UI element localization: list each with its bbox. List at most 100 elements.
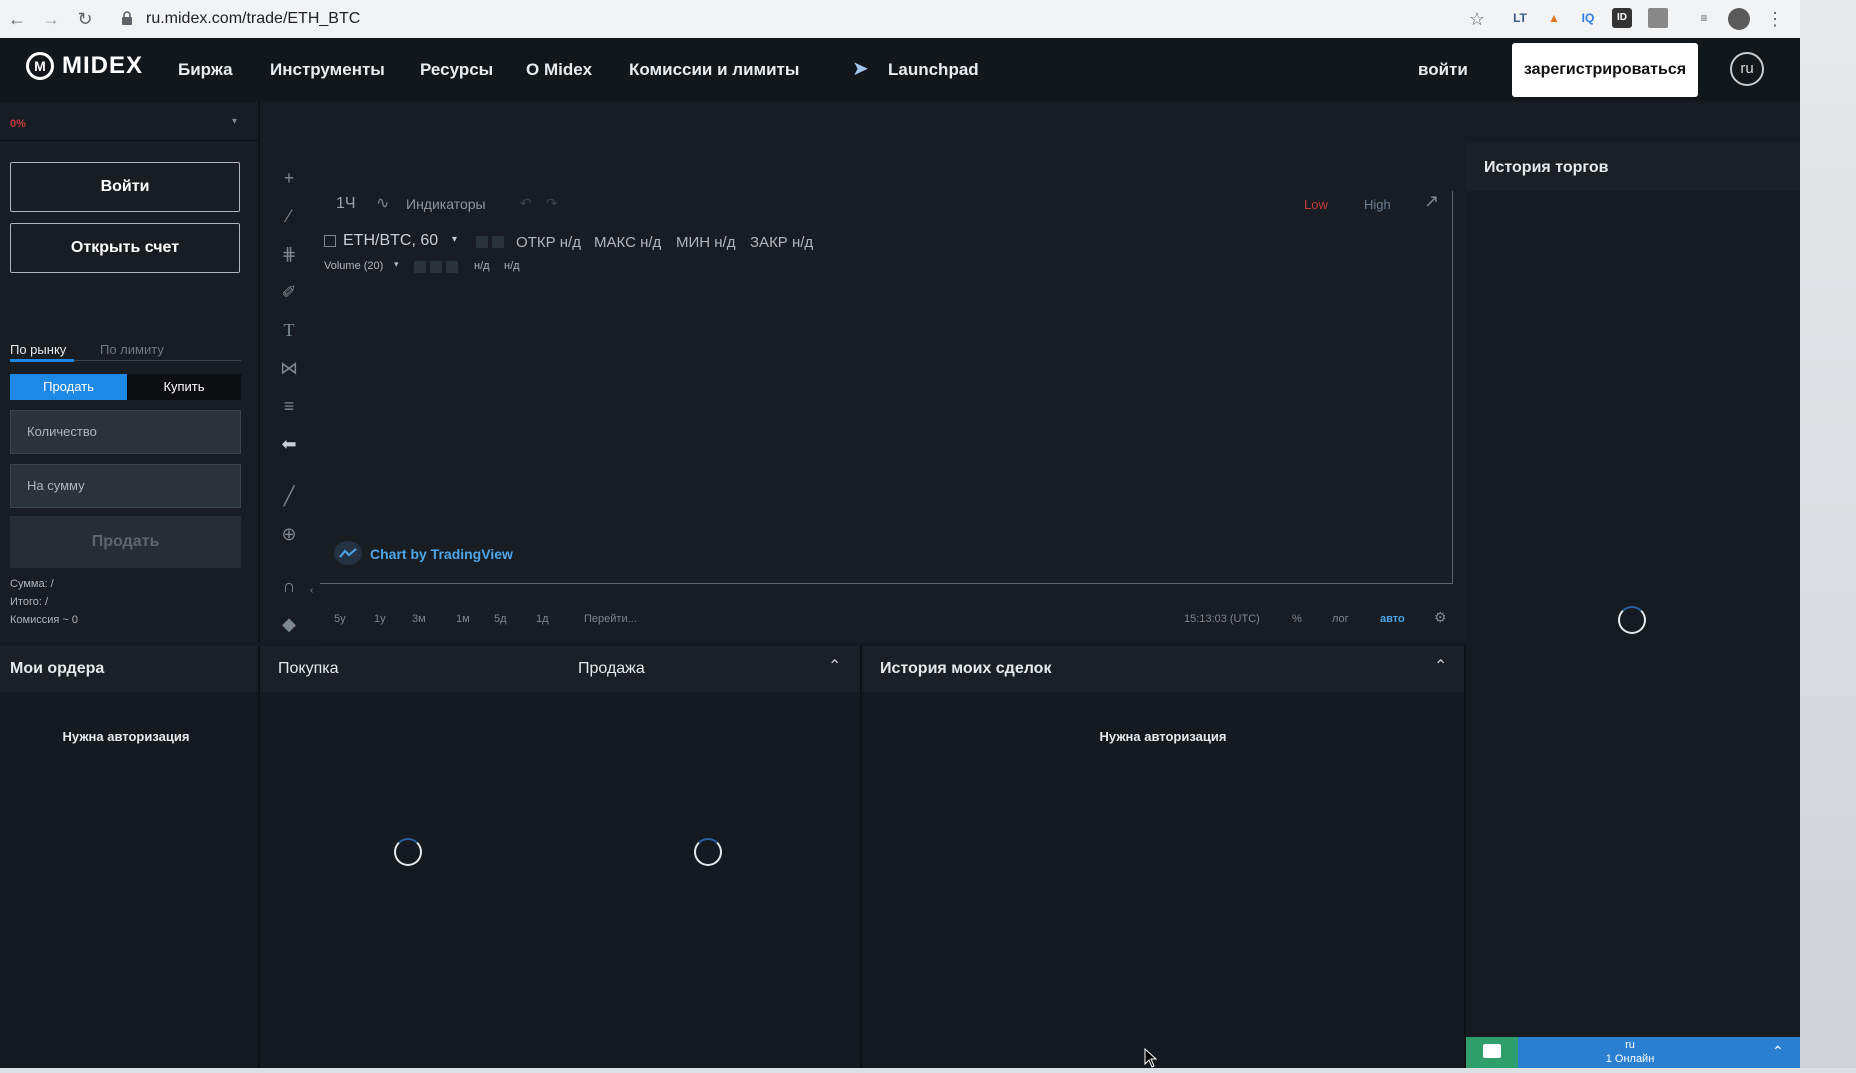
quantity-field[interactable]: Количество	[10, 410, 241, 454]
summary-total: Итого: /	[10, 596, 48, 608]
sell-column-title: Продажа	[578, 660, 645, 677]
prediction-icon[interactable]: ≡	[276, 393, 302, 419]
forward-icon[interactable]: →	[40, 8, 62, 30]
chevron-up-icon[interactable]: ⌃	[1772, 1043, 1784, 1060]
chat-language: ru	[1625, 1039, 1635, 1051]
tab-market[interactable]: По рынку	[10, 342, 66, 357]
drawing-toolbar: + ∕ ⋕ ✐ T ⋈ ≡ ⬅ ╱ ⊕ ∩ ◆ ‹	[260, 143, 318, 643]
extension-iq-icon[interactable]: IQ	[1578, 8, 1598, 28]
nav-about[interactable]: О Midex	[526, 60, 592, 80]
chart-plot-area[interactable]	[320, 191, 1453, 584]
register-button[interactable]: зарегистрироваться	[1512, 43, 1698, 97]
chart-time: 15:13:03 (UTC)	[1184, 613, 1260, 625]
percent-scale-toggle[interactable]: %	[1292, 613, 1302, 625]
brush-icon[interactable]: ✐	[276, 279, 302, 305]
top-navigation: M MIDEX Биржа Инструменты Ресурсы О Mide…	[0, 38, 1800, 102]
kebab-menu-icon[interactable]: ⋮	[1764, 8, 1786, 30]
range-3m[interactable]: 3м	[412, 613, 426, 625]
auto-scale-toggle[interactable]: авто	[1380, 613, 1405, 625]
collapse-chevron-up-icon[interactable]: ⌃	[1434, 656, 1447, 676]
text-tool-icon[interactable]: T	[276, 317, 302, 343]
range-5d[interactable]: 5д	[494, 613, 507, 625]
nav-exchange[interactable]: Биржа	[178, 60, 233, 80]
sell-toggle[interactable]: Продать	[10, 374, 127, 400]
arrow-left-icon[interactable]: ⬅	[276, 431, 302, 457]
mouse-cursor-icon	[1144, 1047, 1158, 1073]
range-5y[interactable]: 5у	[334, 613, 346, 625]
nav-fees-limits[interactable]: Комиссии и лимиты	[629, 60, 799, 80]
nav-launchpad[interactable]: Launchpad	[888, 60, 979, 80]
midex-logo[interactable]: M MIDEX	[26, 52, 143, 80]
zoom-in-icon[interactable]: ⊕	[276, 521, 302, 547]
chat-bubble-icon	[1483, 1044, 1501, 1058]
summary-fee: Комиссия ~ 0	[10, 614, 78, 626]
balance-percent: 0%	[10, 118, 26, 130]
price-chart[interactable]: 1Ч ∿ Индикаторы ↶ ↷ Low High ↗ ETH/BTC, …	[318, 143, 1466, 643]
orders-auth-required: Нужна авторизация	[62, 729, 190, 744]
summary-sum: Сумма: /	[10, 578, 54, 590]
log-scale-toggle[interactable]: лог	[1332, 613, 1349, 625]
my-orders-panel: Мои ордера Нужна авторизация	[0, 646, 260, 1068]
trend-line-icon[interactable]: ∕	[276, 203, 302, 229]
background-desktop	[1800, 0, 1856, 1068]
nav-resources[interactable]: Ресурсы	[420, 60, 493, 80]
chat-bar[interactable]: ru 1 Онлайн ⌃	[1518, 1037, 1800, 1068]
language-selector[interactable]: ru	[1730, 52, 1764, 86]
trade-history-panel: История торгов	[1466, 143, 1800, 1068]
collapse-chevron-up-icon[interactable]: ⌃	[828, 656, 841, 676]
nav-instruments[interactable]: Инструменты	[270, 60, 385, 80]
my-deals-panel: История моих сделок ⌃ Нужна авторизация	[862, 646, 1466, 1068]
goto-date-button[interactable]: Перейти...	[584, 613, 637, 625]
loading-spinner	[1618, 606, 1646, 634]
tab-limit[interactable]: По лимиту	[100, 342, 164, 357]
range-1d[interactable]: 1д	[536, 613, 549, 625]
profile-avatar-icon[interactable]	[1728, 8, 1750, 30]
sell-submit-button[interactable]: Продать	[10, 516, 241, 568]
collapse-toolbar-icon[interactable]: ‹	[310, 585, 313, 596]
url-text: ru.midex.com/trade/ETH_BTC	[146, 10, 361, 27]
ruler-icon[interactable]: ╱	[276, 483, 302, 509]
my-deals-title: История моих сделок	[880, 660, 1052, 677]
address-bar[interactable]: ru.midex.com/trade/ETH_BTC	[112, 5, 1482, 33]
buy-column-title: Покупка	[278, 660, 339, 677]
trade-history-header: История торгов	[1466, 143, 1800, 191]
login-button[interactable]: Войти	[10, 162, 240, 212]
range-1m[interactable]: 1м	[456, 613, 470, 625]
tradingview-cloud-icon	[334, 541, 362, 565]
active-tab-indicator	[10, 359, 74, 362]
divider	[0, 140, 258, 141]
pattern-icon[interactable]: ⋈	[276, 355, 302, 381]
range-1y[interactable]: 1у	[374, 613, 386, 625]
pitchfork-icon[interactable]: ⋕	[276, 241, 302, 267]
rocket-icon: ➤	[852, 58, 869, 80]
bookmark-star-icon[interactable]: ☆	[1466, 8, 1488, 30]
extension-grid-icon[interactable]	[1648, 8, 1668, 28]
crosshair-icon[interactable]: +	[276, 165, 302, 191]
my-orders-title: Мои ордера	[10, 660, 105, 677]
lock-icon	[122, 11, 132, 25]
logo-icon: M	[26, 52, 54, 80]
chat-button[interactable]	[1466, 1037, 1518, 1068]
chart-top-strip	[260, 102, 1800, 144]
chat-online-count: 1 Онлайн	[1605, 1053, 1655, 1065]
login-link[interactable]: войти	[1418, 60, 1468, 80]
browser-toolbar: ← → ↻ ru.midex.com/trade/ETH_BTC ☆ LT ▲ …	[0, 0, 1800, 39]
metamask-fox-icon[interactable]: ▲	[1544, 8, 1564, 28]
reading-list-icon[interactable]: ≡	[1694, 8, 1714, 28]
chevron-down-icon[interactable]: ▾	[232, 116, 237, 127]
buy-toggle[interactable]: Купить	[127, 374, 241, 400]
magnet-icon[interactable]: ∩	[276, 573, 302, 599]
reload-icon[interactable]: ↻	[74, 8, 96, 30]
logo-text: MIDEX	[62, 52, 144, 79]
back-icon[interactable]: ←	[6, 8, 28, 30]
extension-id-icon[interactable]: ID	[1612, 8, 1632, 28]
order-book-header: Покупка Продажа ⌃	[260, 646, 860, 692]
eraser-icon[interactable]: ◆	[276, 611, 302, 637]
amount-field[interactable]: На сумму	[10, 464, 241, 508]
tradingview-credit[interactable]: Chart by TradingView	[370, 546, 513, 562]
sell-loading-spinner	[694, 838, 722, 866]
trade-history-title: История торгов	[1484, 159, 1609, 176]
extension-lt-icon[interactable]: LT	[1510, 8, 1530, 28]
open-account-button[interactable]: Открыть счет	[10, 223, 240, 273]
chart-settings-gear-icon[interactable]: ⚙	[1434, 609, 1447, 626]
